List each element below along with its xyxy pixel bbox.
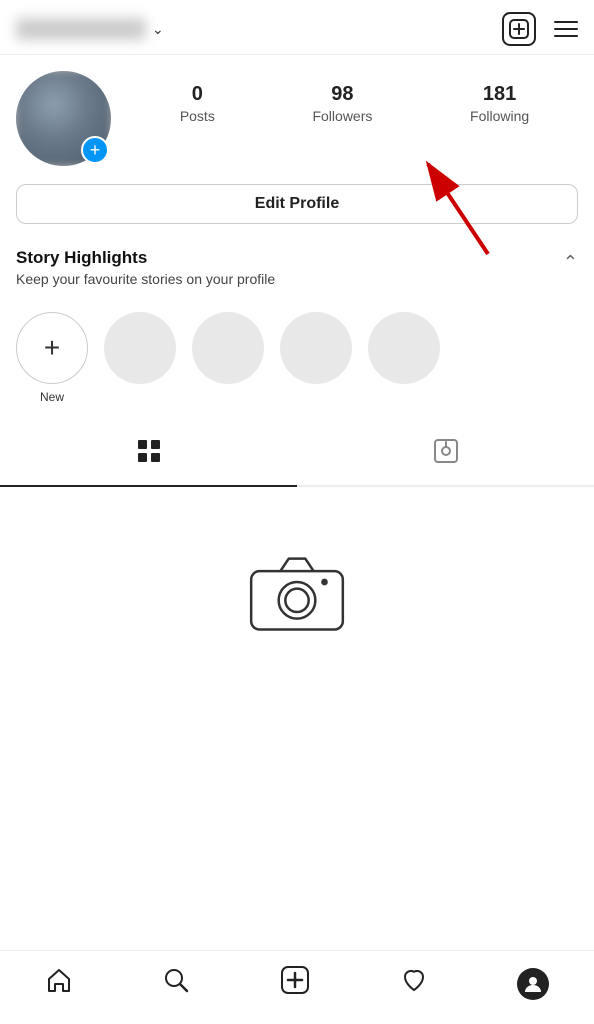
- add-post-icon[interactable]: [502, 12, 536, 46]
- grid-icon: [136, 438, 162, 471]
- highlight-circle-2[interactable]: [192, 312, 264, 384]
- chevron-down-icon[interactable]: ⌄: [152, 21, 164, 38]
- profile-section: + 0 Posts 98 Followers 181 Following: [0, 55, 594, 178]
- posts-label: Posts: [180, 108, 215, 124]
- header-icons: [502, 12, 578, 46]
- username-blur: [16, 18, 146, 40]
- nav-profile[interactable]: [507, 964, 559, 1004]
- home-icon: [45, 966, 73, 1001]
- followers-label: Followers: [312, 108, 372, 124]
- highlight-circle-4[interactable]: [368, 312, 440, 384]
- highlight-circle-3[interactable]: [280, 312, 352, 384]
- chevron-up-icon[interactable]: ⌃: [563, 252, 578, 273]
- edit-profile-button[interactable]: Edit Profile: [16, 184, 578, 224]
- highlight-circle-1[interactable]: [104, 312, 176, 384]
- following-label: Following: [470, 108, 529, 124]
- menu-icon[interactable]: [554, 21, 578, 37]
- new-highlight-item[interactable]: + New: [16, 312, 88, 404]
- edit-profile-area: Edit Profile: [0, 178, 594, 238]
- add-icon: [280, 965, 310, 1002]
- highlight-item-2[interactable]: [192, 312, 264, 404]
- posts-stat: 0 Posts: [180, 83, 215, 124]
- tab-grid[interactable]: [0, 424, 297, 487]
- highlights-subtitle: Keep your favourite stories on your prof…: [16, 270, 275, 290]
- nav-search[interactable]: [152, 962, 200, 1005]
- highlight-item-3[interactable]: [280, 312, 352, 404]
- highlights-header: Story Highlights Keep your favourite sto…: [16, 248, 578, 290]
- empty-posts: [0, 487, 594, 677]
- highlights-row: + New: [0, 296, 594, 420]
- following-stat[interactable]: 181 Following: [470, 83, 529, 124]
- highlights-text: Story Highlights Keep your favourite sto…: [16, 248, 275, 290]
- tagged-icon: [433, 438, 459, 471]
- nav-add[interactable]: [270, 961, 320, 1006]
- camera-icon: [247, 547, 347, 637]
- heart-icon: [400, 966, 428, 1001]
- following-count: 181: [483, 83, 516, 106]
- followers-count: 98: [331, 83, 353, 106]
- posts-count: 0: [192, 83, 203, 106]
- highlights-title: Story Highlights: [16, 248, 275, 268]
- new-highlight-circle[interactable]: +: [16, 312, 88, 384]
- highlight-item-4[interactable]: [368, 312, 440, 404]
- top-header: ⌄: [0, 0, 594, 55]
- stats-area: 0 Posts 98 Followers 181 Following: [131, 71, 578, 124]
- avatar-container: +: [16, 71, 111, 166]
- username-area[interactable]: ⌄: [16, 18, 164, 40]
- followers-stat[interactable]: 98 Followers: [312, 83, 372, 124]
- tabs-row: [0, 424, 594, 487]
- plus-icon: +: [44, 334, 60, 362]
- new-highlight-label: New: [40, 390, 64, 404]
- nav-activity[interactable]: [390, 962, 438, 1005]
- highlight-item-1[interactable]: [104, 312, 176, 404]
- add-story-button[interactable]: +: [81, 136, 109, 164]
- search-icon: [162, 966, 190, 1001]
- story-highlights-section: Story Highlights Keep your favourite sto…: [0, 238, 594, 296]
- bottom-nav: [0, 950, 594, 1024]
- nav-home[interactable]: [35, 962, 83, 1005]
- tab-tagged[interactable]: [297, 424, 594, 487]
- profile-icon: [517, 968, 549, 1000]
